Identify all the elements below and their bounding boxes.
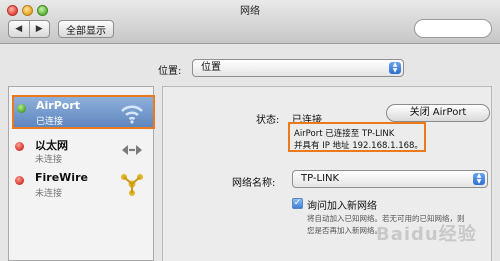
- updown-arrows-icon: ▲ ▼: [473, 173, 485, 185]
- service-item-firewire[interactable]: FireWire 未连接: [9, 167, 153, 203]
- network-name-label: 网络名称:: [232, 178, 276, 189]
- baidu-watermark: Baidu经验: [376, 224, 477, 245]
- service-item-ethernet[interactable]: 以太网 未连接: [9, 133, 153, 169]
- ask-join-checkbox[interactable]: ✓: [292, 198, 303, 209]
- chevron-right-icon: ▶: [35, 24, 43, 34]
- service-name: AirPort: [36, 99, 81, 112]
- back-button[interactable]: ◀: [9, 21, 29, 37]
- window-title: 网络: [240, 6, 260, 17]
- service-status: 未连接: [35, 189, 63, 199]
- status-dot-icon: [17, 104, 26, 113]
- connection-info-box: AirPort 已连接至 TP-LINK 并具有 IP 地址 192.168.1…: [288, 122, 426, 152]
- location-value: 位置: [201, 62, 221, 73]
- firewire-icon: [121, 174, 143, 196]
- service-status: 已连接: [36, 117, 64, 127]
- ip-address-info-line: 并具有 IP 地址 192.168.1.168。: [294, 141, 423, 151]
- network-name-value: TP-LINK: [301, 173, 340, 184]
- status-dot-icon: [15, 176, 24, 185]
- network-name-select[interactable]: TP-LINK ▲ ▼: [292, 170, 488, 188]
- service-name: FireWire: [35, 171, 88, 184]
- service-name: 以太网: [35, 139, 68, 152]
- ethernet-icon: [122, 145, 142, 155]
- title-bar: 网络 ◀ ▶ 全部显示: [0, 0, 500, 44]
- location-select[interactable]: 位置 ▲ ▼: [192, 59, 404, 77]
- connection-info-line: AirPort 已连接至 TP-LINK: [294, 129, 395, 139]
- back-forward-group: ◀ ▶: [8, 20, 50, 38]
- status-label: 状态:: [256, 115, 280, 126]
- service-status: 未连接: [35, 155, 63, 165]
- forward-button[interactable]: ▶: [28, 21, 50, 37]
- chevron-left-icon: ◀: [15, 24, 23, 34]
- service-list: AirPort 已连接 以太网 未连接 FireWire 未连接: [8, 86, 155, 261]
- status-dot-icon: [15, 142, 24, 151]
- turn-off-airport-button[interactable]: 关闭 AirPort: [386, 104, 490, 122]
- updown-arrows-icon: ▲ ▼: [389, 62, 401, 74]
- wifi-icon: [121, 105, 143, 124]
- service-item-airport[interactable]: AirPort 已连接: [12, 95, 155, 129]
- location-label: 位置:: [158, 66, 182, 77]
- search-field[interactable]: [414, 19, 492, 38]
- ask-join-label[interactable]: 询问加入新网络: [307, 197, 377, 212]
- show-all-button[interactable]: 全部显示: [58, 20, 114, 38]
